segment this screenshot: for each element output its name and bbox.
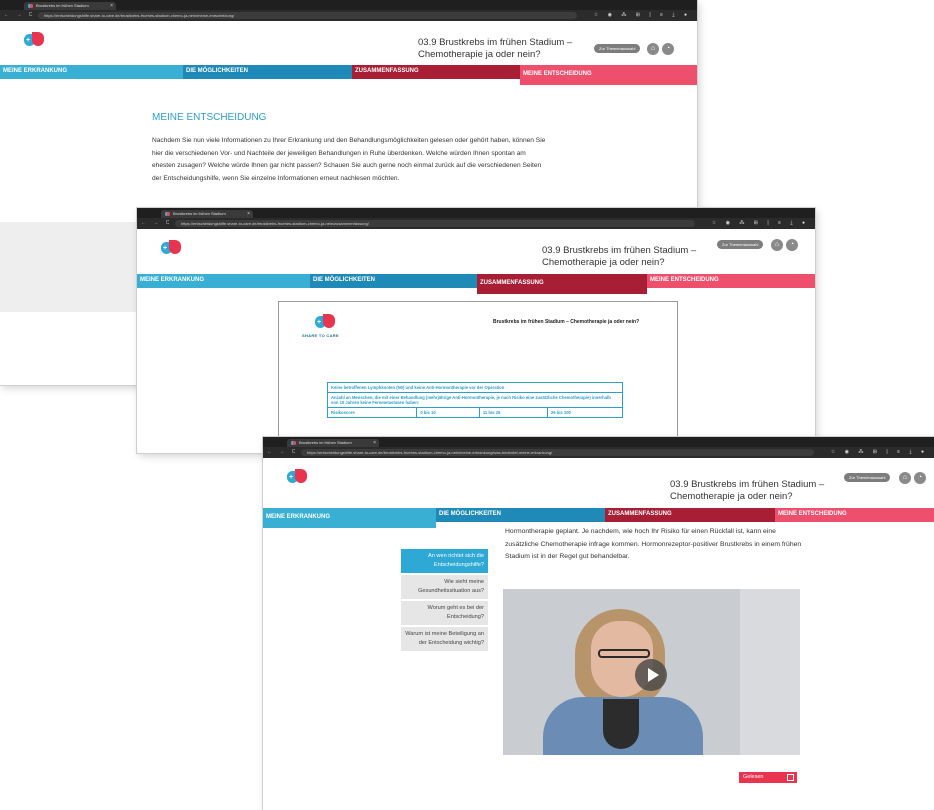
tab-meine-erkrankung[interactable]: MEINE ERKRANKUNG [263, 508, 436, 528]
url-field[interactable]: https://entscheidungshilfe.share-to-care… [38, 12, 577, 19]
browser-window-meine-erkrankung: Brustkrebs im frühen Stadium × ← → C htt… [263, 437, 934, 810]
page-title: 03.9 Brustkrebs im frühen Stadium – Chemo… [542, 245, 697, 268]
tab-moeglichkeiten[interactable]: DIE MÖGLICHKEITEN [310, 274, 477, 288]
page-title: 03.9 Brustkrebs im frühen Stadium – Chemo… [418, 37, 573, 60]
browser-nav-icons[interactable]: ← → C [267, 449, 298, 455]
address-bar: ← → C https://entscheidungshilfe.share-t… [0, 10, 697, 21]
site-header: + 03.9 Brustkrebs im frühen Stadium – Che… [263, 458, 934, 508]
tab-close-icon[interactable]: × [373, 439, 376, 447]
tab-moeglichkeiten[interactable]: DIE MÖGLICHKEITEN [436, 508, 605, 522]
favicon-icon [28, 4, 33, 8]
main-navigation: MEINE ERKRANKUNG DIE MÖGLICHKEITEN ZUSAM… [0, 65, 697, 85]
site-header: + 03.9 Brustkrebs im frühen Stadium – Che… [137, 229, 815, 274]
sidebar-item-zielgruppe[interactable]: An wen richtet sich die Entscheidungshil… [401, 549, 488, 573]
table-header: Keine betroffenen Lymphknoten (N0) und k… [327, 382, 623, 393]
column-0-10: 0 bis 10 [416, 407, 480, 418]
section-sidebar: An wen richtet sich die Entscheidungshil… [401, 549, 488, 653]
tab-close-icon[interactable]: × [110, 2, 113, 10]
sidebar-placeholder [0, 222, 160, 312]
tab-zusammenfassung[interactable]: ZUSAMMENFASSUNG [477, 274, 647, 294]
topic-selection-button[interactable]: Zur Themenauswahl [717, 240, 764, 249]
tab-meine-entscheidung[interactable]: MEINE ENTSCHEIDUNG [775, 508, 934, 522]
tab-zusammenfassung[interactable]: ZUSAMMENFASSUNG [605, 508, 775, 522]
browser-toolbar-icons[interactable]: ☆ ◉ ⁂ ⊞ | ≡ ⤓ ● [594, 12, 691, 18]
share-to-care-logo-icon: + [315, 314, 335, 328]
tab-meine-entscheidung[interactable]: MEINE ENTSCHEIDUNG [647, 274, 815, 288]
main-navigation: MEINE ERKRANKUNG DIE MÖGLICHKEITEN ZUSAM… [263, 508, 934, 528]
site-header: + 03.9 Brustkrebs im frühen Stadium – Che… [0, 21, 697, 65]
address-bar: ← → C https://entscheidungshilfe.share-t… [263, 447, 934, 458]
checkbox-icon[interactable] [787, 774, 794, 781]
url-field[interactable]: https://entscheidungshilfe.share-to-care… [175, 220, 695, 227]
tab-meine-erkrankung[interactable]: MEINE ERKRANKUNG [137, 274, 310, 288]
summary-document: + SHARE TO CARE Brustkrebs im frühen Sta… [278, 301, 678, 453]
tab-strip: Brustkrebs im frühen Stadium × [137, 208, 815, 218]
tab-close-icon[interactable]: × [247, 210, 250, 218]
main-navigation: MEINE ERKRANKUNG DIE MÖGLICHKEITEN ZUSAM… [137, 274, 815, 294]
browser-toolbar-icons[interactable]: ☆ ◉ ⁂ ⊞ | ≡ ⤓ ● [712, 220, 809, 226]
read-checkbox-button[interactable]: Gelesen [739, 772, 797, 783]
tab-label: Brustkrebs im frühen Stadium [173, 211, 226, 216]
favicon-icon [291, 441, 296, 445]
browser-tab[interactable]: Brustkrebs im frühen Stadium × [24, 2, 116, 10]
content-paragraph: Hormontherapie geplant. Je nachdem, wie … [505, 528, 802, 560]
risk-table: Keine betroffenen Lymphknoten (N0) und k… [326, 382, 624, 418]
tab-meine-erkrankung[interactable]: MEINE ERKRANKUNG [0, 65, 183, 79]
tab-label: Brustkrebs im frühen Stadium [299, 440, 352, 445]
browser-window-zusammenfassung: Brustkrebs im frühen Stadium × ← → C htt… [137, 208, 815, 453]
share-to-care-logo-icon[interactable]: + [161, 240, 181, 254]
tab-label: Brustkrebs im frühen Stadium [36, 3, 89, 8]
settings-icon[interactable]: ◔ [662, 43, 674, 55]
browser-nav-icons[interactable]: ← → C [4, 12, 35, 18]
document-logo-text: SHARE TO CARE [302, 333, 339, 338]
share-to-care-logo-icon[interactable]: + [287, 469, 307, 483]
home-icon[interactable]: ⌂ [899, 472, 911, 484]
table-row: Risikoscore 0 bis 10 11 bis 25 26 bis 10… [326, 407, 624, 418]
intro-paragraph: Nachdem Sie nun viele Informationen zu I… [152, 137, 546, 182]
url-field[interactable]: https://entscheidungshilfe.share-to-care… [301, 449, 814, 456]
address-bar: ← → C https://entscheidungshilfe.share-t… [137, 218, 815, 229]
tab-meine-entscheidung[interactable]: MEINE ENTSCHEIDUNG [520, 65, 697, 85]
column-risikoscore: Risikoscore [326, 407, 418, 418]
column-11-25: 11 bis 25 [478, 407, 548, 418]
settings-icon[interactable]: ◔ [786, 239, 798, 251]
document-title: Brustkrebs im frühen Stadium – Chemother… [493, 319, 640, 325]
browser-tab[interactable]: Brustkrebs im frühen Stadium × [287, 439, 379, 447]
tab-strip: Brustkrebs im frühen Stadium × [263, 437, 934, 447]
section-heading: MEINE ENTSCHEIDUNG [152, 112, 267, 123]
tab-zusammenfassung[interactable]: ZUSAMMENFASSUNG [352, 65, 520, 79]
topic-selection-button[interactable]: Zur Themenauswahl [594, 44, 641, 53]
browser-nav-icons[interactable]: ← → C [141, 220, 172, 226]
home-icon[interactable]: ⌂ [771, 239, 783, 251]
topic-selection-button[interactable]: Zur Themenauswahl [844, 473, 891, 482]
sidebar-item-entscheidung[interactable]: Worum geht es bei der Entscheidung? [401, 601, 488, 625]
table-subheader: Anzahl an Menschen, die mit einer Behand… [327, 392, 623, 408]
browser-toolbar-icons[interactable]: ☆ ◉ ⁂ ⊞ | ≡ ⤓ ● [831, 449, 928, 455]
sidebar-item-beteiligung[interactable]: Warum ist meine Beteiligung an der Entsc… [401, 627, 488, 651]
settings-icon[interactable]: ◔ [914, 472, 926, 484]
page-title: 03.9 Brustkrebs im frühen Stadium – Chemo… [670, 479, 825, 502]
read-label: Gelesen [743, 774, 764, 780]
tab-moeglichkeiten[interactable]: DIE MÖGLICHKEITEN [183, 65, 352, 79]
tab-strip: Brustkrebs im frühen Stadium × [0, 0, 697, 10]
column-26-100: 26 bis 100 [546, 407, 624, 418]
interview-video[interactable] [503, 589, 800, 755]
browser-tab[interactable]: Brustkrebs im frühen Stadium × [161, 210, 253, 218]
share-to-care-logo-icon[interactable]: + [24, 32, 44, 46]
play-icon[interactable] [635, 659, 667, 691]
home-icon[interactable]: ⌂ [647, 43, 659, 55]
sidebar-item-gesundheitssituation[interactable]: Wie sieht meine Gesundheitssituation aus… [401, 575, 488, 599]
favicon-icon [165, 212, 170, 216]
